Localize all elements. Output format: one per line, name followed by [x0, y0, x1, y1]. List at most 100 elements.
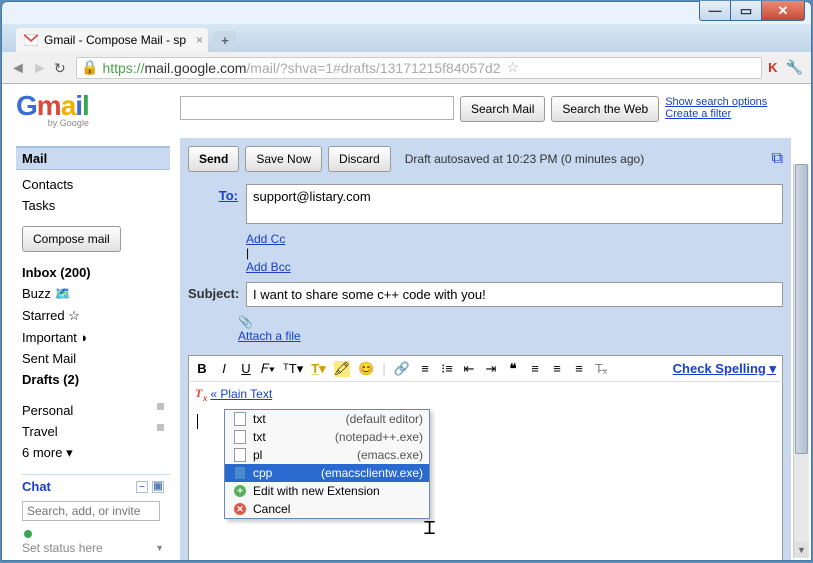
ctx-item-new-extension[interactable]: + Edit with new Extension [225, 482, 429, 500]
popout-icon[interactable]: ⧉ [772, 150, 783, 168]
underline-button[interactable]: U [239, 361, 253, 376]
emoji-button[interactable]: 😊 [358, 361, 374, 377]
save-now-button[interactable]: Save Now [245, 146, 322, 172]
add-bcc-link[interactable]: Add Bcc [246, 260, 783, 274]
chat-header: Chat – ▣ [22, 474, 170, 498]
send-button[interactable]: Send [188, 146, 239, 172]
listary-context-menu: txt (default editor) txt (notepad++.exe)… [224, 409, 430, 519]
link-button[interactable]: 🔗 [394, 361, 410, 377]
browser-window: — ▭ ✕ Gmail - Compose Mail - sp × + ◄ ► … [1, 1, 812, 561]
tab-close-icon[interactable]: × [196, 33, 203, 47]
to-label[interactable]: To: [188, 184, 246, 203]
gmail-logo: Gmail by Google [16, 90, 89, 128]
indent-button[interactable]: ⇥ [484, 361, 498, 377]
show-search-options-link[interactable]: Show search options [665, 96, 767, 108]
format-toolbar: B I U 𝐹▾ ᵀT▾ T̲▾ 🖍 😊 | 🔗 ≡ ⁝≡ ⇤ ⇥ ❝ ≡ ≡ … [188, 355, 783, 381]
nav-inbox[interactable]: Inbox (200) [22, 262, 170, 283]
set-status-link[interactable]: Set status here [22, 541, 103, 555]
maximize-button[interactable]: ▭ [730, 1, 762, 21]
status-dropdown-icon[interactable]: ▼ [155, 543, 164, 553]
left-nav: Mail Contacts Tasks Compose mail Inbox (… [2, 84, 170, 560]
subject-label: Subject: [188, 282, 246, 301]
minimize-button[interactable]: — [699, 1, 731, 21]
plain-text-link[interactable]: « Plain Text [210, 387, 272, 401]
doc-icon [231, 430, 249, 445]
nav-label-travel[interactable]: Travel [22, 421, 170, 442]
search-mail-button[interactable]: Search Mail [460, 96, 545, 122]
gmail-favicon [24, 33, 38, 47]
subject-field[interactable] [246, 282, 783, 307]
nav-mail[interactable]: Mail [16, 146, 170, 170]
chat-popout-icon[interactable]: ▣ [152, 481, 164, 493]
nav-sent[interactable]: Sent Mail [22, 348, 170, 369]
check-spelling-link[interactable]: Check Spelling ▾ [673, 361, 776, 377]
font-size-button[interactable]: ᵀT▾ [283, 361, 303, 377]
numbered-list-button[interactable]: ≡ [418, 361, 432, 376]
page-scrollbar[interactable]: ▼ [793, 164, 809, 558]
scroll-down-button[interactable]: ▼ [794, 542, 809, 558]
search-web-button[interactable]: Search the Web [551, 96, 659, 122]
reload-button[interactable]: ↻ [54, 60, 70, 76]
nav-buzz[interactable]: Buzz 🗺️ [22, 283, 170, 305]
ctx-item-txt-default[interactable]: txt (default editor) [225, 410, 429, 428]
browser-toolbar: ◄ ► ↻ 🔒 https://mail.google.com/mail/?sh… [2, 52, 811, 84]
align-center-button[interactable]: ≡ [550, 361, 564, 376]
italic-button[interactable]: I [217, 361, 231, 376]
nav-starred[interactable]: Starred ☆ [22, 305, 170, 327]
nav-tasks[interactable]: Tasks [22, 195, 170, 216]
url-path: /mail/?shva=1#drafts/13171215f84057d2 [246, 60, 500, 76]
font-family-button[interactable]: 𝐹▾ [261, 361, 275, 377]
quote-button[interactable]: ❝ [506, 361, 520, 377]
compose-mail-button[interactable]: Compose mail [22, 226, 121, 252]
tab-strip: Gmail - Compose Mail - sp × + [2, 24, 811, 52]
ctx-item-txt-notepad[interactable]: txt (notepad++.exe) [225, 428, 429, 446]
cancel-icon: ✕ [231, 502, 249, 517]
remove-format-button[interactable]: T̶ₓ [594, 361, 608, 376]
add-icon: + [231, 484, 249, 499]
search-input[interactable] [180, 96, 454, 120]
cpp-doc-icon [231, 466, 249, 481]
nav-contacts[interactable]: Contacts [22, 174, 170, 195]
ctx-item-cancel[interactable]: ✕ Cancel [225, 500, 429, 518]
search-area: Search Mail Search the Web Show search o… [180, 96, 767, 122]
align-right-button[interactable]: ≡ [572, 361, 586, 376]
settings-wrench-icon[interactable]: 🔧 [786, 59, 803, 76]
nav-label-personal[interactable]: Personal [22, 400, 170, 421]
outdent-button[interactable]: ⇤ [462, 361, 476, 377]
forward-button[interactable]: ► [32, 60, 48, 76]
nav-more[interactable]: 6 more ▾ [22, 442, 170, 464]
back-button[interactable]: ◄ [10, 60, 26, 76]
create-filter-link[interactable]: Create a filter [665, 108, 767, 120]
paperclip-icon: 📎 [238, 315, 253, 329]
text-color-button[interactable]: T̲▾ [311, 361, 325, 377]
add-cc-link[interactable]: Add Cc [246, 232, 783, 246]
ibeam-cursor-icon: Ꮖ [424, 518, 436, 539]
nav-important[interactable]: Important ◗ [22, 327, 170, 348]
autosave-text: Draft autosaved at 10:23 PM (0 minutes a… [405, 152, 644, 166]
to-field[interactable]: support@listary.com [246, 184, 783, 224]
new-tab-button[interactable]: + [214, 31, 236, 49]
chat-minimize-icon[interactable]: – [136, 481, 148, 493]
highlight-button[interactable]: 🖍 [334, 361, 351, 377]
titlebar: — ▭ ✕ [2, 2, 811, 24]
chat-search-input[interactable] [22, 501, 160, 521]
align-left-button[interactable]: ≡ [528, 361, 542, 376]
scroll-thumb[interactable] [795, 164, 808, 454]
extension-icon[interactable]: K [768, 60, 777, 75]
remove-formatting-icon[interactable]: T [195, 386, 202, 401]
address-bar[interactable]: 🔒 https://mail.google.com/mail/?shva=1#d… [76, 57, 762, 79]
discard-button[interactable]: Discard [328, 146, 391, 172]
text-caret [197, 414, 198, 429]
ctx-item-pl-emacs[interactable]: pl (emacs.exe) [225, 446, 429, 464]
bullet-list-button[interactable]: ⁝≡ [440, 361, 454, 377]
chat-label: Chat [22, 479, 51, 494]
presence-icon [24, 530, 32, 538]
close-button[interactable]: ✕ [761, 1, 805, 21]
ctx-item-cpp-emacs[interactable]: cpp (emacsclientw.exe) [225, 464, 429, 482]
nav-drafts[interactable]: Drafts (2) [22, 369, 170, 390]
url-protocol: https:// [102, 60, 144, 76]
browser-tab[interactable]: Gmail - Compose Mail - sp × [16, 28, 208, 52]
bold-button[interactable]: B [195, 361, 209, 376]
bookmark-star-icon[interactable]: ☆ [507, 59, 520, 76]
attach-file-link[interactable]: Attach a file [238, 329, 783, 343]
